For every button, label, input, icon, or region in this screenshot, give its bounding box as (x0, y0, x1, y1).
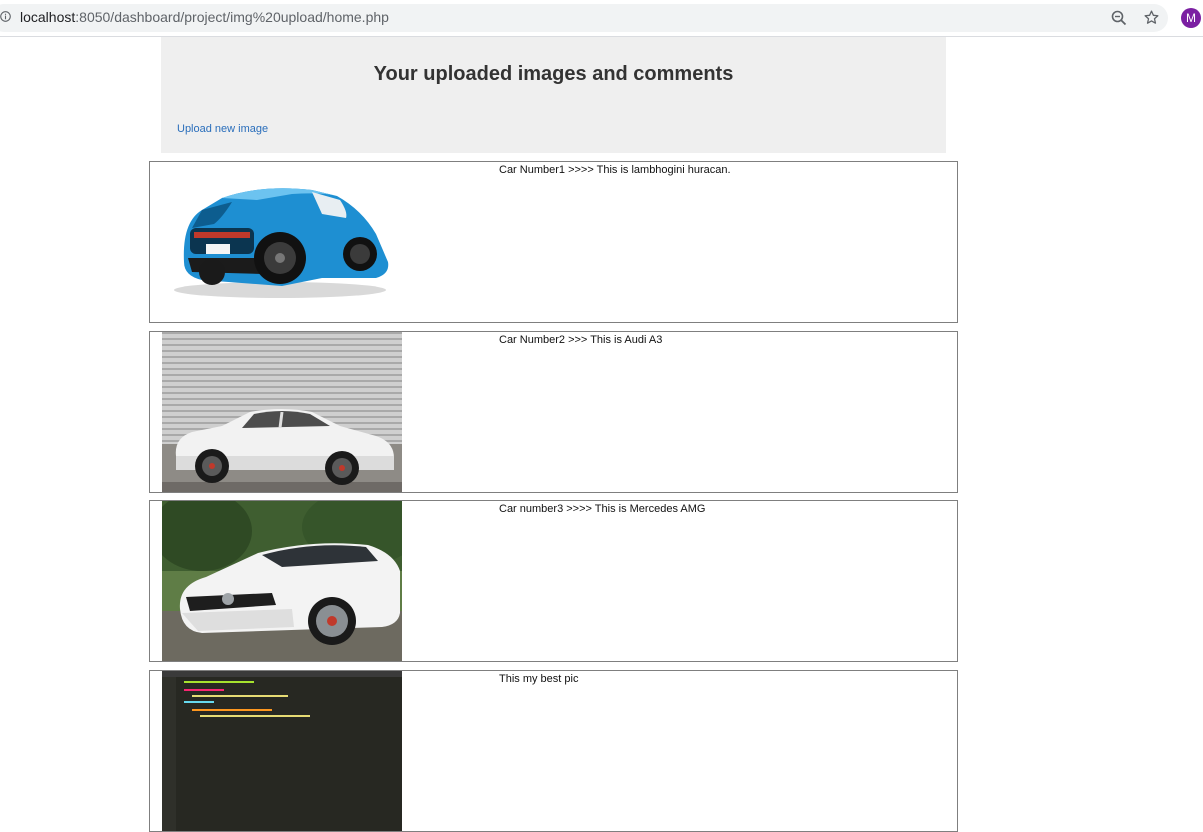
page-header: Your uploaded images and comments Upload… (161, 37, 946, 153)
upload-new-image-link[interactable]: Upload new image (177, 123, 268, 135)
url-text[interactable]: localhost:8050/dashboard/project/img%20u… (20, 9, 389, 25)
post-image (162, 162, 402, 322)
image-post-row: This my best pic (149, 670, 958, 832)
post-image (162, 671, 402, 831)
code-editor-screenshot-image (162, 671, 402, 831)
info-icon[interactable] (0, 11, 11, 22)
white-sedan-car-image (162, 332, 402, 492)
post-comment: Car number3 >>>> This is Mercedes AMG (499, 503, 706, 515)
blue-sports-car-image (162, 162, 402, 322)
white-coupe-car-image (162, 501, 402, 661)
browser-address-bar: localhost:8050/dashboard/project/img%20u… (0, 0, 1203, 37)
post-comment: Car Number2 >>> This is Audi A3 (499, 334, 663, 346)
image-post-row: Car number3 >>>> This is Mercedes AMG (149, 500, 958, 662)
profile-avatar[interactable]: M (1181, 8, 1201, 28)
post-image (162, 501, 402, 661)
url-host: localhost (20, 9, 76, 25)
bookmark-star-icon[interactable] (1143, 9, 1160, 26)
post-comment: This my best pic (499, 673, 579, 685)
post-comment: Car Number1 >>>> This is lambhogini hura… (499, 164, 731, 176)
post-image (162, 332, 402, 492)
zoom-icon[interactable] (1111, 10, 1127, 26)
url-path: :8050/dashboard/project/img%20upload/hom… (75, 9, 389, 25)
image-post-row: Car Number1 >>>> This is lambhogini hura… (149, 161, 958, 323)
page-title: Your uploaded images and comments (373, 63, 734, 85)
image-post-row: Car Number2 >>> This is Audi A3 (149, 331, 958, 493)
